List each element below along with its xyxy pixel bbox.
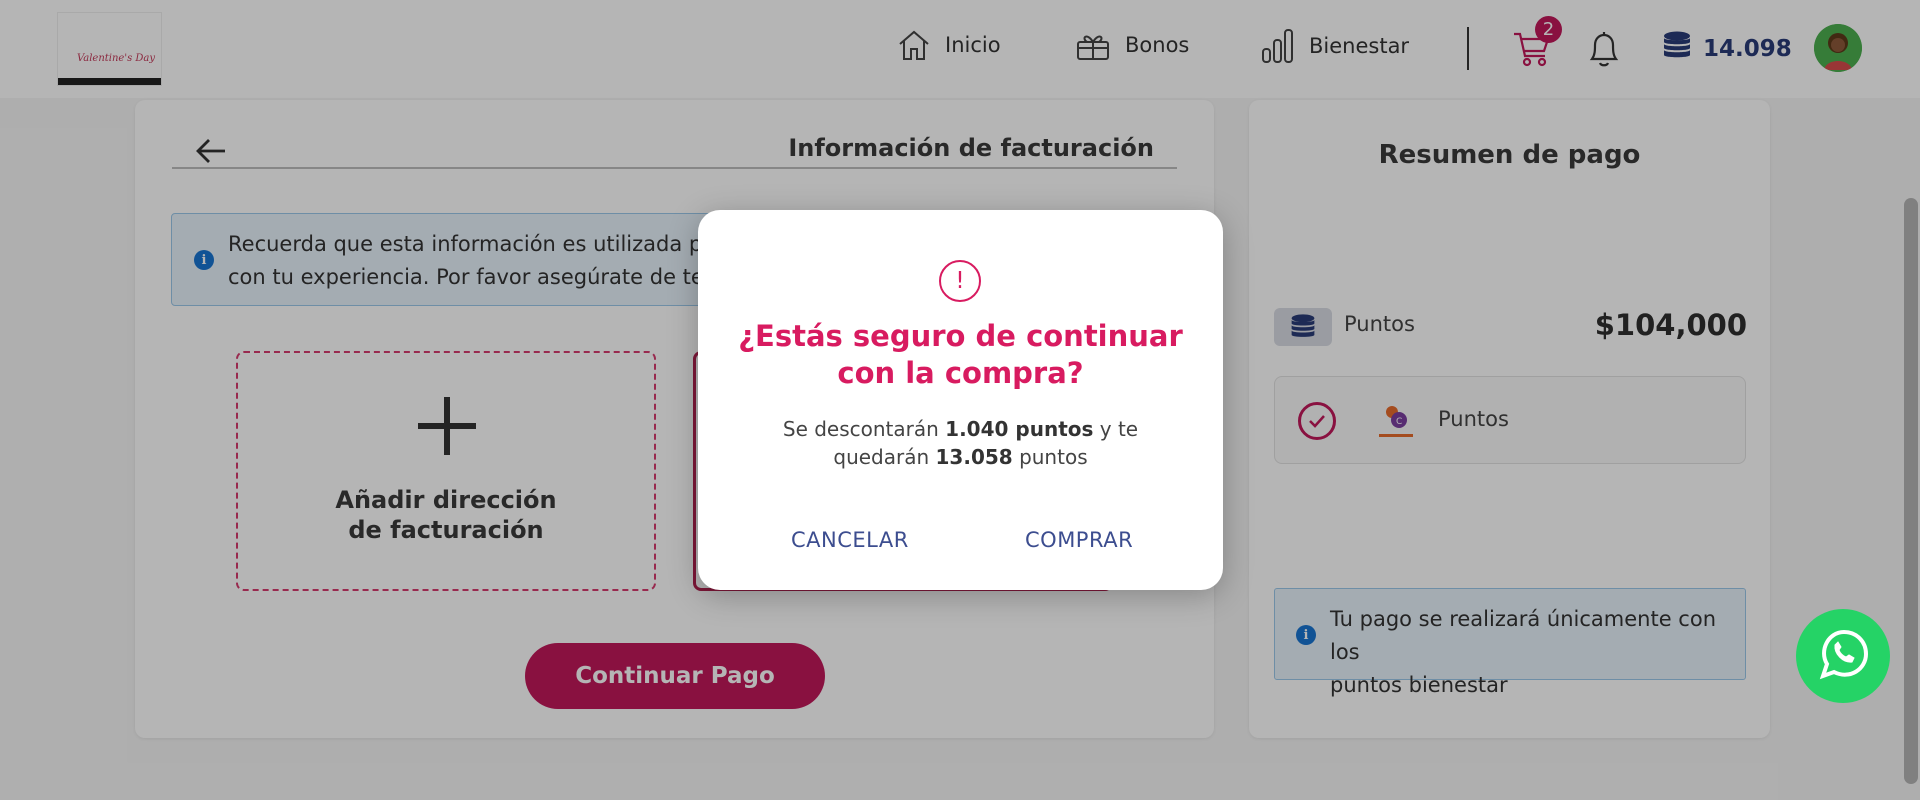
whatsapp-icon <box>1813 624 1873 688</box>
confirm-purchase-button[interactable]: COMPRAR <box>1025 528 1133 552</box>
dialog-title-line-1: ¿Estás seguro de continuar <box>738 319 1183 353</box>
dialog-title: ¿Estás seguro de continuar con la compra… <box>728 318 1193 392</box>
cancel-button[interactable]: CANCELAR <box>791 528 909 552</box>
whatsapp-button[interactable] <box>1796 609 1890 703</box>
points-remaining: 13.058 <box>935 445 1013 469</box>
dialog-title-line-2: con la compra? <box>837 356 1084 390</box>
points-discount: 1.040 puntos <box>945 417 1094 441</box>
exclamation-icon: ! <box>939 260 981 302</box>
confirm-purchase-dialog: ! ¿Estás seguro de continuar con la comp… <box>698 210 1223 590</box>
dialog-message: Se descontarán 1.040 puntos y te quedará… <box>782 417 1139 469</box>
